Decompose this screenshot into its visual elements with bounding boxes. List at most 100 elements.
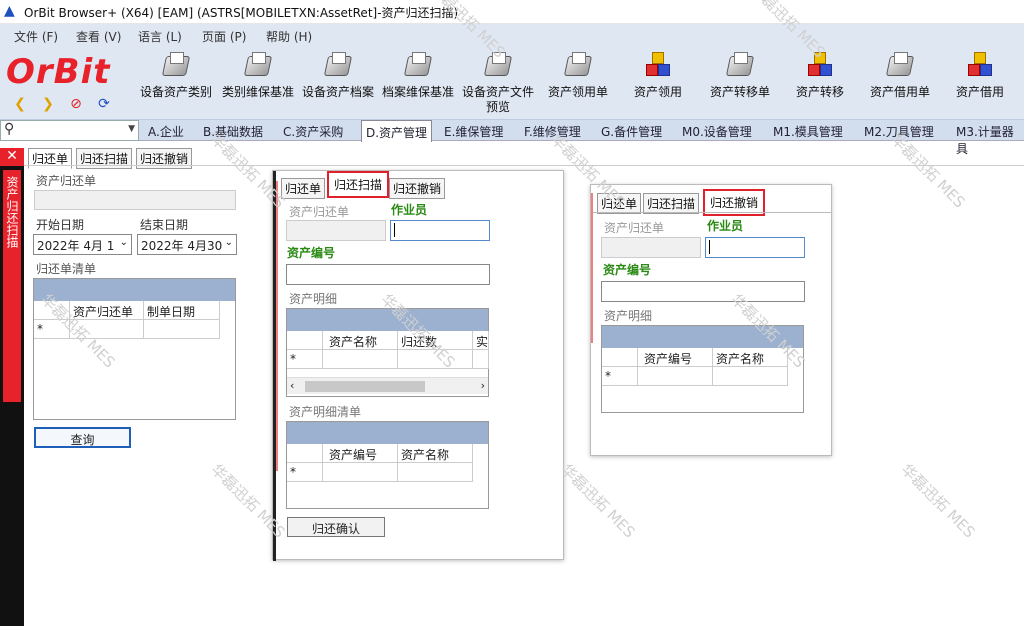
start-date-picker[interactable]: 2022年 4月 1 ⌄ [33,234,132,255]
module-tab-8[interactable]: M1.模具管理 [773,123,843,140]
tab-return-cancel[interactable]: 归还撤销 [389,178,446,199]
module-tab-3[interactable]: D.资产管理 [361,120,433,142]
start-date-value: 2022年 4月 1 [37,239,115,253]
grid-cell[interactable] [638,367,713,386]
module-tab-2[interactable]: C.资产采购 [283,123,343,140]
query-button[interactable]: 查询 [34,427,131,448]
menu-language[interactable]: 语言 (L) [138,28,182,45]
toolbar-button-label: 资产领用 [633,85,682,99]
col-asset-code[interactable]: 资产编号 [638,348,713,367]
document-disk-icon [724,50,756,82]
return-doc-field[interactable] [601,237,701,258]
col-actual[interactable]: 实 [473,331,489,350]
search-box[interactable]: ⚲ ▼ [0,120,139,141]
scroll-right-icon[interactable]: › [481,379,485,392]
menu-file[interactable]: 文件 (F) [14,28,58,45]
document-disk-icon [322,50,354,82]
return-list-grid[interactable]: 资产归还单 制单日期 * [33,278,236,420]
toolbar-button-4[interactable]: 设备资产文件预览 [458,50,538,115]
module-tab-4[interactable]: E.维保管理 [444,123,503,140]
return-doc-label: 资产归还单 [604,221,665,235]
grid-cell[interactable] [473,350,489,369]
module-tab-1[interactable]: B.基础数据 [203,123,263,140]
toolbar: OrBit ❮ ❯ ⊘ ⟳ 设备资产类别 类别维保基准 设备资产档案 档案维保基准 设备资产文… [0,46,1024,120]
side-tab-asset-return-scan[interactable]: 资产归还扫描 [3,170,21,402]
grid-cell[interactable] [398,350,473,369]
stop-icon[interactable]: ⊘ [66,96,86,112]
toolbar-button-2[interactable]: 设备资产档案 [298,50,378,100]
grid-header-bar [287,309,488,331]
back-icon[interactable]: ❮ [10,96,30,112]
menu-help[interactable]: 帮助 (H) [266,28,312,45]
return-doc-label: 资产归还单 [289,205,350,219]
module-tab-0[interactable]: A.企业 [148,123,184,140]
menu-page[interactable]: 页面 (P) [202,28,246,45]
grid-header-bar [287,422,488,444]
toolbar-button-7[interactable]: 资产转移单 [700,50,780,100]
operator-input[interactable] [390,220,490,241]
toolbar-button-1[interactable]: 类别维保基准 [218,50,298,100]
watermark: 华磊迅拓 MES [897,460,979,542]
col-asset-name[interactable]: 资产名称 [398,444,473,463]
grid-cell[interactable] [70,320,144,339]
asset-detail-list-grid[interactable]: 资产编号 资产名称 * [286,421,489,509]
tab-return-scan[interactable]: 归还扫描 [327,171,390,198]
toolbar-button-8[interactable]: 资产转移 [780,50,860,100]
toolbar-button-9[interactable]: 资产借用单 [860,50,940,100]
toolbar-button-10[interactable]: 资产借用 [940,50,1020,100]
cube-icon [804,50,836,82]
asset-detail-label: 资产明细 [604,309,653,323]
scroll-left-icon[interactable]: ‹ [290,379,294,392]
watermark: 华磊迅拓 MES [557,460,639,542]
module-tab-7[interactable]: M0.设备管理 [682,123,752,140]
module-tabs: A.企业 B.基础数据 C.资产采购 D.资产管理 E.维保管理 F.维修管理 G.备件管理… [139,120,1024,156]
asset-code-input[interactable] [286,264,490,285]
col-return-doc[interactable]: 资产归还单 [70,301,144,320]
col-created-date[interactable]: 制单日期 [144,301,220,320]
orbit-logo: OrBit [6,52,111,92]
module-tab-9[interactable]: M2.刀具管理 [864,123,934,140]
toolbar-button-6[interactable]: 资产领用 [618,50,698,100]
tab-return-scan[interactable]: 归还扫描 [643,193,700,214]
grid-cell[interactable] [713,367,788,386]
grid-cell[interactable] [323,463,398,482]
toolbar-button-label: 类别维保基准 [221,85,294,99]
row-selector [34,301,70,320]
tab-return-order[interactable]: 归还单 [281,178,326,199]
menu-bar: 文件 (F) 查看 (V) 语言 (L) 页面 (P) 帮助 (H) [0,24,1024,46]
forward-icon[interactable]: ❯ [38,96,58,112]
asset-detail-grid[interactable]: 资产名称 归还数 实 * ‹ › [286,308,489,397]
cancel-panel: 归还单 归还扫描 归还撤销 资产归还单 作业员 资产编号 资产明细 资产编号 资… [590,184,832,456]
asset-code-input[interactable] [601,281,805,302]
asset-detail-grid[interactable]: 资产编号 资产名称 * [601,325,804,413]
refresh-icon[interactable]: ⟳ [94,96,114,112]
close-icon[interactable]: ✕ [0,148,24,166]
return-list-label: 归还单清单 [36,262,97,276]
module-tab-6[interactable]: G.备件管理 [601,123,662,140]
grid-cell[interactable] [144,320,220,339]
menu-view[interactable]: 查看 (V) [76,28,121,45]
col-asset-code[interactable]: 资产编号 [323,444,398,463]
confirm-return-button[interactable]: 归还确认 [287,517,385,537]
toolbar-button-5[interactable]: 资产领用单 [538,50,618,100]
toolbar-button-3[interactable]: 档案维保基准 [378,50,458,100]
horizontal-scrollbar[interactable]: ‹ › [287,377,488,394]
text-cursor [394,223,395,237]
col-asset-name[interactable]: 资产名称 [323,331,398,350]
chevron-down-icon[interactable]: ▼ [128,124,135,134]
col-return-qty[interactable]: 归还数 [398,331,473,350]
nav-icons: ❮ ❯ ⊘ ⟳ [10,96,122,112]
module-tab-10[interactable]: M3.计量器具 [956,123,1024,157]
end-date-picker[interactable]: 2022年 4月30 ⌄ [137,234,237,255]
toolbar-button-0[interactable]: 设备资产类别 [136,50,216,100]
grid-cell[interactable] [323,350,398,369]
return-doc-field[interactable] [34,190,236,210]
tab-return-order[interactable]: 归还单 [597,193,642,214]
grid-cell[interactable] [398,463,473,482]
document-disk-icon [160,50,192,82]
module-tab-5[interactable]: F.维修管理 [524,123,581,140]
return-doc-field[interactable] [286,220,386,241]
col-asset-name[interactable]: 资产名称 [713,348,788,367]
scroll-thumb[interactable] [305,381,425,392]
operator-input[interactable] [705,237,805,258]
